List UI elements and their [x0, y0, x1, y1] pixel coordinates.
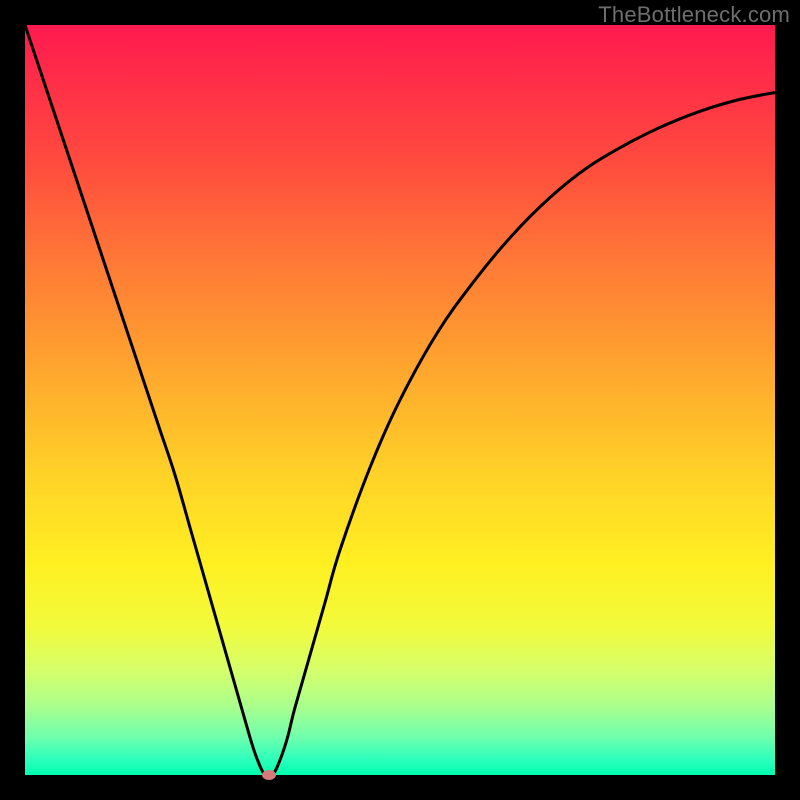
curve-svg	[25, 25, 775, 775]
chart-frame: TheBottleneck.com	[0, 0, 800, 800]
min-marker	[262, 770, 276, 780]
bottleneck-curve	[25, 25, 775, 777]
plot-area	[25, 25, 775, 775]
